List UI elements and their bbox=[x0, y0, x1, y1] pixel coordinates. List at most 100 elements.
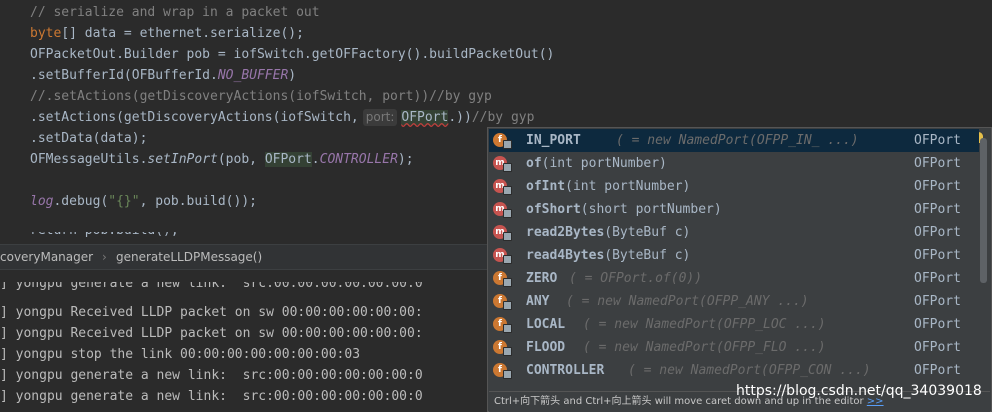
code-text: OFPacketOut.Builder pob = iofSwitch.getO… bbox=[30, 47, 555, 62]
lock-icon bbox=[503, 232, 512, 241]
completion-params: (int portNumber) bbox=[541, 156, 667, 171]
console-line: ] yongpu stop the link 00:00:00:00:00:00… bbox=[0, 347, 361, 362]
code-constant: CONTROLLER bbox=[319, 152, 398, 167]
parameter-hint: port: bbox=[362, 109, 398, 126]
completion-name: ofShort bbox=[526, 202, 581, 217]
console-line: ] yongpu Received LLDP packet on sw 00:0… bbox=[0, 326, 423, 341]
completion-name: CONTROLLER bbox=[526, 363, 605, 378]
code-line-7[interactable]: .setData(data); bbox=[30, 128, 147, 149]
code-line-5[interactable]: //.setActions(getDiscoveryActions(iofSwi… bbox=[30, 86, 492, 107]
breadcrumb-item-method[interactable]: generateLLDPMessage() bbox=[116, 245, 262, 269]
completion-item-controller[interactable]: f CONTROLLER ( = new NamedPort(OFPP_CON … bbox=[489, 359, 979, 382]
completion-name: read4Bytes bbox=[526, 248, 605, 263]
code-line-1[interactable]: // serialize and wrap in a packet out bbox=[30, 2, 320, 23]
code-string: "{}" bbox=[108, 194, 140, 209]
completion-item-in-port[interactable]: f IN_PORT ( = new NamedPort(OFPP_IN_ ...… bbox=[489, 129, 979, 152]
code-error-identifier: OFPort bbox=[401, 110, 449, 125]
completion-item-zero[interactable]: f ZERO ( = OFPort.of(0)) OFPort bbox=[489, 267, 979, 290]
code-highlight: OFPort bbox=[264, 152, 312, 167]
lock-icon bbox=[503, 140, 512, 149]
code-line-6[interactable]: .setActions(getDiscoveryActions(iofSwitc… bbox=[30, 107, 534, 128]
completion-name: ANY bbox=[526, 294, 550, 309]
console-line: ] yongpu generate a new link: src:00:00:… bbox=[0, 282, 423, 294]
code-text: (pob, bbox=[217, 152, 265, 167]
breadcrumb-item-class[interactable]: coveryManager bbox=[0, 245, 93, 269]
lock-icon bbox=[503, 370, 512, 379]
code-comment: //.setActions(getDiscoveryActions(iofSwi… bbox=[30, 89, 492, 104]
completion-detail: ( = new NamedPort(OFPP_CON ...) bbox=[628, 363, 871, 378]
completion-item-read4bytes[interactable]: m read4Bytes(ByteBuf c) OFPort bbox=[489, 244, 979, 267]
code-field: log bbox=[30, 194, 54, 209]
breadcrumb-separator: › bbox=[102, 250, 107, 264]
code-text: .setData(data); bbox=[30, 131, 148, 146]
lock-icon bbox=[503, 301, 512, 310]
code-text: ); bbox=[397, 152, 414, 167]
completion-detail: ( = new NamedPort(OFPP_IN_ ...) bbox=[616, 133, 859, 148]
code-line-10[interactable]: log.debug("{}", pob.build()); bbox=[30, 191, 257, 212]
completion-item-of[interactable]: m of(int portNumber) OFPort bbox=[489, 152, 979, 175]
lock-icon bbox=[503, 186, 512, 195]
lock-icon bbox=[503, 347, 512, 356]
editor-gutter bbox=[0, 0, 18, 236]
code-text: , pob.build()); bbox=[139, 194, 257, 209]
completion-type: OFPort bbox=[914, 179, 961, 194]
completion-type: OFPort bbox=[914, 225, 961, 240]
code-text: .setActions(getDiscoveryActions(iofSwitc… bbox=[30, 110, 359, 125]
console-text: ] yongpu generate a new link: src:00:00:… bbox=[0, 282, 423, 291]
code-text: OFMessageUtils. bbox=[30, 152, 148, 167]
console-line: ] yongpu generate a new link: src:00:00:… bbox=[0, 368, 423, 383]
watermark: https://blog.csdn.net/qq_34039018 bbox=[736, 383, 982, 399]
completion-type: OFPort bbox=[914, 271, 961, 286]
lock-icon bbox=[503, 163, 512, 172]
code-text: return pob.build(); bbox=[30, 232, 450, 240]
lock-icon bbox=[503, 209, 512, 218]
code-text: .)) bbox=[448, 110, 472, 125]
lock-icon bbox=[503, 255, 512, 264]
completion-item-read2bytes[interactable]: m read2Bytes(ByteBuf c) OFPort bbox=[489, 221, 979, 244]
completion-name: ofInt bbox=[526, 179, 566, 194]
completion-name: ZERO bbox=[526, 271, 558, 286]
code-text: ) bbox=[288, 68, 297, 83]
completion-type: OFPort bbox=[914, 133, 961, 148]
code-constant: NO_BUFFER bbox=[217, 68, 289, 83]
lock-icon bbox=[503, 324, 512, 333]
completion-params: (short portNumber) bbox=[580, 202, 722, 217]
code-static-method: setInPort bbox=[147, 152, 218, 167]
completion-popup[interactable]: f IN_PORT ( = new NamedPort(OFPP_IN_ ...… bbox=[487, 127, 992, 412]
code-line-cut: return pob.build(); bbox=[30, 232, 450, 240]
completion-item-any[interactable]: f ANY ( = new NamedPort(OFPP_ANY ...) OF… bbox=[489, 290, 979, 313]
code-line-8[interactable]: OFMessageUtils.setInPort(pob, OFPort.CON… bbox=[30, 149, 414, 170]
completion-detail: ( = new NamedPort(OFPP_ANY ...) bbox=[566, 294, 809, 309]
completion-type: OFPort bbox=[914, 294, 961, 309]
code-keyword: byte bbox=[30, 26, 62, 41]
code-line-2[interactable]: byte[] data = ethernet.serialize(); bbox=[30, 23, 304, 44]
completion-params: (ByteBuf c) bbox=[604, 248, 691, 263]
completion-name: of bbox=[526, 156, 542, 171]
code-text: .debug( bbox=[53, 194, 109, 209]
completion-type: OFPort bbox=[914, 248, 961, 263]
completion-params: (ByteBuf c) bbox=[604, 225, 691, 240]
code-comment: //by gyp bbox=[471, 110, 535, 125]
completion-name: IN_PORT bbox=[526, 133, 581, 148]
completion-item-local[interactable]: f LOCAL ( = new NamedPort(OFPP_LOC ...) … bbox=[489, 313, 979, 336]
completion-detail: ( = new NamedPort(OFPP_FLO ...) bbox=[583, 340, 826, 355]
console-line: ] yongpu Received LLDP packet on sw 00:0… bbox=[0, 305, 423, 320]
completion-type: OFPort bbox=[914, 156, 961, 171]
code-comment: // serialize and wrap in a packet out bbox=[30, 5, 320, 20]
completion-item-ofshort[interactable]: m ofShort(short portNumber) OFPort bbox=[489, 198, 979, 221]
completion-item-flood[interactable]: f FLOOD ( = new NamedPort(OFPP_FLO ...) … bbox=[489, 336, 979, 359]
code-text: [] data = ethernet.serialize(); bbox=[61, 26, 304, 41]
completion-detail: ( = OFPort.of(0)) bbox=[569, 271, 703, 286]
code-line-4[interactable]: .setBufferId(OFBufferId.NO_BUFFER) bbox=[30, 65, 296, 86]
code-text: .setBufferId(OFBufferId. bbox=[30, 68, 218, 83]
completion-item-ofint[interactable]: m ofInt(int portNumber) OFPort bbox=[489, 175, 979, 198]
completion-params: (int portNumber) bbox=[565, 179, 691, 194]
completion-type: OFPort bbox=[914, 317, 961, 332]
completion-detail: ( = new NamedPort(OFPP_LOC ...) bbox=[583, 317, 826, 332]
console-line: ] yongpu generate a new link: src:00:00:… bbox=[0, 389, 423, 404]
completion-name: FLOOD bbox=[526, 340, 566, 355]
code-line-3[interactable]: OFPacketOut.Builder pob = iofSwitch.getO… bbox=[30, 44, 554, 65]
completion-type: OFPort bbox=[914, 340, 961, 355]
completion-name: LOCAL bbox=[526, 317, 566, 332]
popup-scrollbar[interactable] bbox=[980, 138, 987, 283]
